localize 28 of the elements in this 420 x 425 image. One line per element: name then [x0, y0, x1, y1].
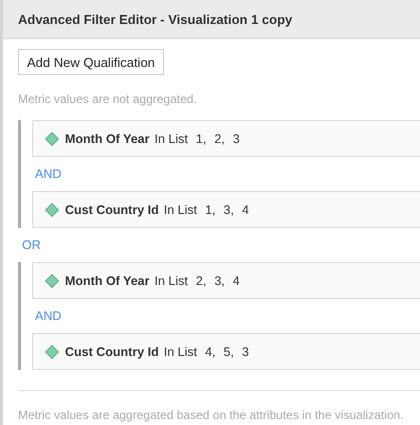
add-qualification-button[interactable]: Add New Qualification	[18, 49, 164, 75]
operator-text: In List	[154, 132, 188, 146]
value-text: 4	[242, 202, 249, 216]
value-text: 2,	[196, 274, 206, 288]
attribute-name: Cust Country Id	[65, 344, 159, 358]
attribute-name: Month Of Year	[65, 132, 150, 146]
attribute-name: Cust Country Id	[65, 202, 159, 216]
condition-card[interactable]: Month Of Year In List 2, 3, 4	[32, 262, 420, 299]
operator-text: In List	[154, 274, 188, 288]
condition-card[interactable]: Cust Country Id In List 4, 5, 3	[32, 333, 420, 370]
condition-card[interactable]: Cust Country Id In List 1, 3, 4	[32, 191, 420, 228]
attribute-name: Month Of Year	[65, 274, 150, 288]
condition-card[interactable]: Month Of Year In List 1, 2, 3	[32, 120, 420, 157]
operator-text: In List	[164, 344, 198, 358]
value-text: 1,	[196, 132, 206, 146]
note-text: Metric values are aggregated based on the attributes in the visualization.	[18, 408, 405, 422]
value-text: 4	[232, 274, 240, 288]
value-text: 3	[232, 132, 240, 146]
value-text: 3,	[224, 202, 234, 216]
value-text: 2,	[214, 132, 225, 146]
value-text: 4,	[205, 344, 216, 358]
note-text: Metric values are not aggregated.	[18, 92, 198, 106]
window-title: Advanced Filter Editor - Visualization 1 copy	[18, 12, 292, 26]
value-text: 5,	[224, 344, 234, 358]
value-text: 3	[242, 344, 249, 358]
value-text: 3,	[214, 274, 225, 288]
operator-text: In List	[164, 202, 198, 216]
value-text: 1,	[205, 202, 216, 216]
